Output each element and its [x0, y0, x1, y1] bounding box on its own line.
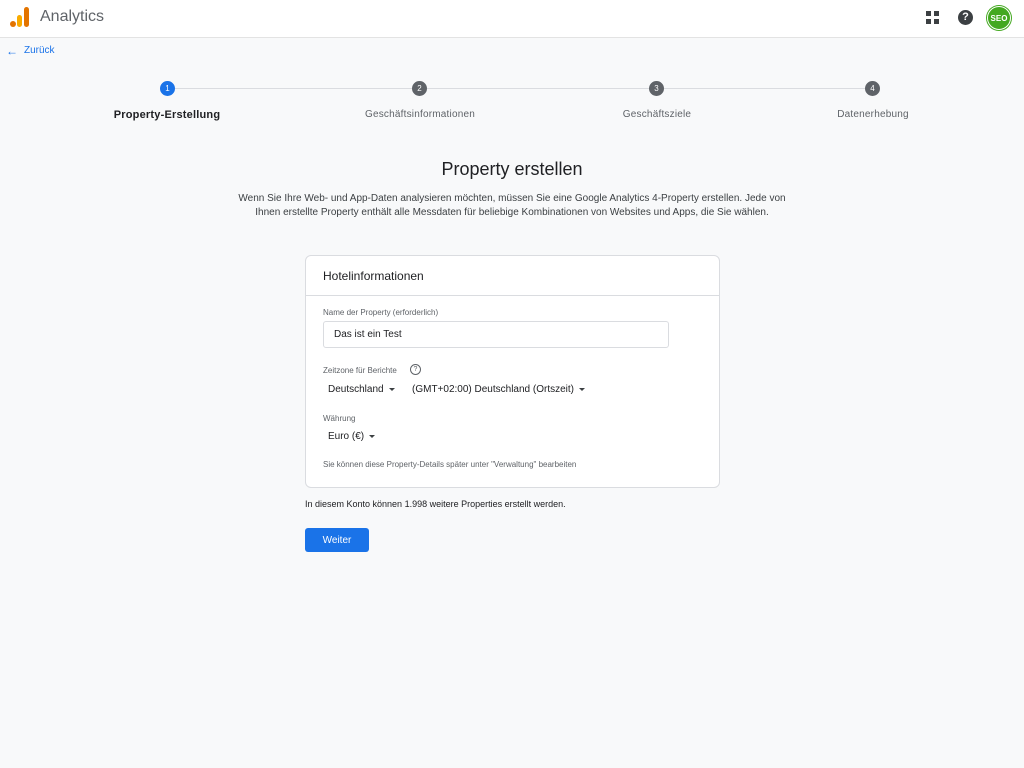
step-4-number: 4	[865, 81, 880, 96]
step-3-label: Geschäftsziele	[622, 109, 692, 120]
timezone-select[interactable]: (GMT+02:00) Deutschland (Ortszeit)	[412, 384, 585, 395]
timezone-select-value: (GMT+02:00) Deutschland (Ortszeit)	[412, 384, 574, 395]
edit-later-note: Sie können diese Property-Details später…	[323, 460, 577, 469]
question-circle-icon[interactable]: ?	[410, 364, 421, 375]
caret-down-icon	[579, 388, 585, 391]
property-form-card: Hotelinformationen Name der Property (er…	[305, 255, 720, 488]
stepper-connector	[664, 88, 865, 89]
property-name-input[interactable]	[323, 321, 669, 348]
next-button[interactable]: Weiter	[305, 528, 369, 552]
intro-text: Wenn Sie Ihre Web- und App-Daten analysi…	[238, 193, 786, 218]
step-4-label: Datenerhebung	[837, 109, 909, 120]
arrow-back-icon: ←	[6, 43, 18, 58]
property-name-label: Name der Property (erforderlich)	[323, 308, 439, 317]
apps-grid-icon[interactable]	[926, 11, 939, 24]
remaining-properties-text: In diesem Konto können 1.998 weitere Pro…	[305, 499, 566, 509]
step-1-label: Property-Erstellung	[113, 109, 221, 121]
step-2-label: Geschäftsinformationen	[364, 109, 475, 120]
avatar[interactable]: SEO	[987, 6, 1011, 30]
currency-select[interactable]: Euro (€)	[328, 431, 376, 442]
card-title: Hotelinformationen	[306, 256, 719, 296]
caret-down-icon	[369, 435, 376, 438]
currency-select-value: Euro (€)	[328, 431, 365, 442]
back-link[interactable]: ← Zurück	[6, 43, 55, 58]
page-title: Property erstellen	[441, 159, 583, 179]
stepper-connector	[427, 88, 649, 89]
analytics-logo-icon[interactable]	[10, 7, 30, 27]
help-icon[interactable]: ?	[958, 10, 973, 25]
country-select-value: Deutschland	[328, 384, 384, 395]
timezone-label: Zeitzone für Berichte	[323, 366, 397, 375]
step-2-number: 2	[412, 81, 427, 96]
country-select[interactable]: Deutschland	[328, 384, 395, 395]
back-link-label: Zurück	[24, 45, 55, 56]
step-1-number: 1	[160, 81, 175, 96]
step-3-number: 3	[649, 81, 664, 96]
caret-down-icon	[388, 388, 395, 391]
currency-label: Währung	[323, 414, 356, 423]
top-app-bar: Analytics ? SEO	[0, 0, 1024, 38]
app-title[interactable]: Analytics	[40, 8, 104, 26]
stepper-connector	[175, 88, 412, 89]
